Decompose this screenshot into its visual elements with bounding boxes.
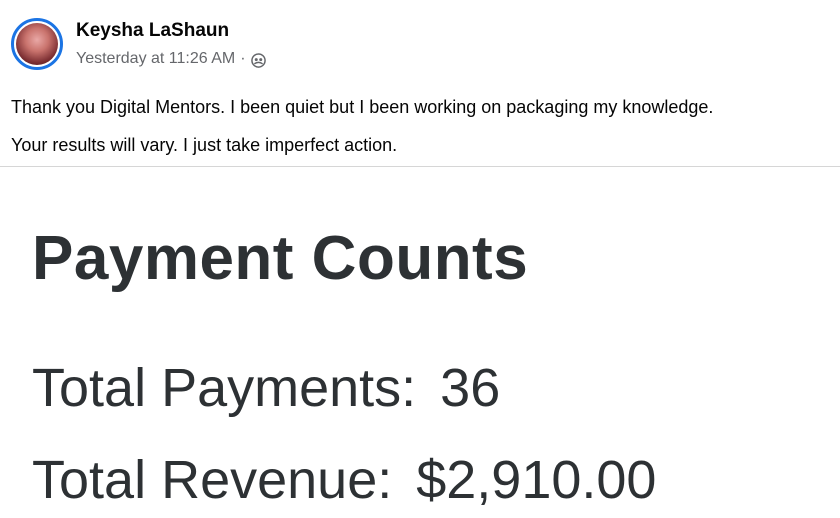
avatar-image bbox=[16, 23, 58, 65]
post-header: Keysha LaShaun Yesterday at 11:26 AM · T… bbox=[0, 0, 840, 167]
post-text-line-2: Your results will vary. I just take impe… bbox=[11, 135, 398, 155]
author-name[interactable]: Keysha LaShaun bbox=[76, 20, 229, 42]
meta-separator: · bbox=[240, 50, 246, 67]
total-revenue-value: $2,910.00 bbox=[416, 450, 657, 510]
post-timestamp[interactable]: Yesterday at 11:26 AM bbox=[76, 50, 235, 68]
post-image[interactable]: Payment Counts Total Payments: 36 Total R… bbox=[0, 167, 840, 518]
total-payments-row: Total Payments: 36 bbox=[32, 357, 500, 419]
post-text: Thank you Digital Mentors. I been quiet … bbox=[11, 88, 836, 164]
total-revenue-label: Total Revenue: bbox=[32, 450, 393, 510]
post-meta: Yesterday at 11:26 AM · bbox=[76, 50, 266, 68]
total-payments-label: Total Payments: bbox=[32, 358, 417, 418]
total-revenue-row: Total Revenue: $2,910.00 bbox=[32, 449, 656, 511]
payment-counts-title: Payment Counts bbox=[32, 224, 529, 293]
avatar[interactable] bbox=[11, 18, 63, 70]
total-payments-value: 36 bbox=[440, 358, 501, 418]
friends-icon[interactable] bbox=[250, 52, 266, 68]
post-text-line-1: Thank you Digital Mentors. I been quiet … bbox=[11, 97, 714, 117]
